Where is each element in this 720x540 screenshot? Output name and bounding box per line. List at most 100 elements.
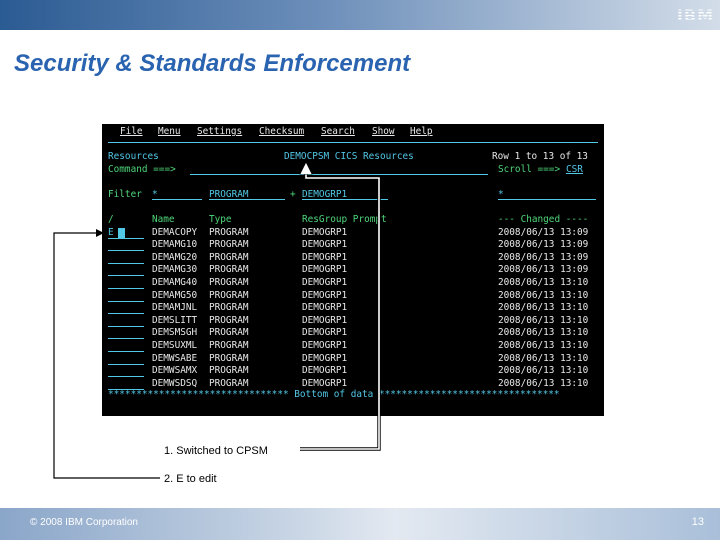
row-command-underline (108, 300, 144, 302)
row-command-underline (108, 351, 144, 352)
row-changed: 2008/06/13 13:09 (498, 264, 589, 276)
row-changed: 2008/06/13 13:10 (498, 277, 589, 288)
row-type: PROGRAM (209, 327, 249, 339)
col-changed: --- Changed ---- (498, 214, 589, 225)
row-command-underline (108, 363, 144, 365)
row-changed: 2008/06/13 13:10 (498, 302, 589, 314)
top-banner: IBM (0, 0, 720, 30)
row-changed: 2008/06/13 13:10 (498, 340, 589, 351)
scroll-field[interactable]: CSR (566, 164, 583, 177)
row-command-underline (108, 237, 144, 239)
callout-step-2: 2. E to edit (164, 473, 217, 485)
scroll-label: Scroll ===> (498, 163, 561, 175)
row-type: PROGRAM (209, 289, 249, 301)
row-resgroup: DEMOGRP1 (302, 352, 348, 364)
col-resgroup: ResGroup Prompt (302, 214, 387, 225)
row-name: DEMAMG10 (152, 239, 198, 251)
row-changed: 2008/06/13 13:10 (498, 352, 589, 364)
row-command-underline (108, 288, 144, 289)
col-slash: / (108, 214, 114, 225)
row-type: PROGRAM (209, 226, 249, 238)
filter-line: Filter * PROGRAM + DEMOGRP1 * (102, 189, 504, 202)
filter-changed-underline (498, 199, 596, 200)
row-resgroup: DEMOGRP1 (302, 340, 348, 351)
bottom-of-data: ******************************** Bottom … (108, 389, 560, 402)
row-changed: 2008/06/13 13:10 (498, 314, 589, 326)
menu-file[interactable]: File (120, 126, 143, 139)
panel-name: Resources (108, 151, 159, 162)
slide-title: Security & Standards Enforcement (14, 50, 411, 77)
row-resgroup: DEMOGRP1 (302, 251, 348, 263)
menu-show[interactable]: Show (372, 126, 395, 139)
terminal-menu-bar: File Menu Settings Checksum Search Show … (102, 126, 433, 139)
row-type: PROGRAM (209, 365, 249, 377)
row-changed: 2008/06/13 13:09 (498, 239, 589, 251)
row-command-underline (108, 250, 144, 252)
filter-label: Filter (108, 188, 142, 200)
row-name: DEMAMG20 (152, 251, 198, 263)
row-command-underline (108, 262, 144, 264)
filter-name-underline (152, 199, 202, 200)
row-type: PROGRAM (209, 302, 249, 314)
row-type: PROGRAM (209, 314, 249, 326)
bottom-of-data-text: ******************************** Bottom … (108, 389, 560, 400)
row-name: DEMAMG50 (152, 289, 198, 301)
row-changed: 2008/06/13 13:10 (498, 327, 589, 339)
row-changed: 2008/06/13 13:10 (498, 289, 589, 301)
row-command-underline (108, 376, 144, 378)
row-command-underline (108, 338, 144, 340)
row-type: PROGRAM (209, 239, 249, 251)
panel-header: Resources DEMOCPSM CICS Resources Row 1 … (102, 151, 588, 164)
menu-search[interactable]: Search (321, 126, 355, 139)
panel-title: DEMOCPSM CICS Resources (284, 151, 414, 162)
command-line: Command ===> Scroll ===> CSR (102, 164, 583, 177)
row-command-underline (108, 275, 144, 277)
filter-type-underline (209, 199, 285, 200)
command-label: Command ===> (108, 163, 176, 175)
col-name: Name (152, 214, 175, 225)
menu-settings[interactable]: Settings (197, 126, 242, 139)
row-resgroup: DEMOGRP1 (302, 314, 348, 326)
row-name: DEMSUXML (152, 340, 198, 351)
page-number: 13 (691, 516, 704, 528)
column-headers: / Name Type ResGroup Prompt --- Changed … (102, 214, 588, 227)
menu-help[interactable]: Help (410, 126, 433, 139)
row-type: PROGRAM (209, 277, 249, 288)
row-changed: 2008/06/13 13:09 (498, 251, 589, 263)
row-info: Row 1 to 13 of 13 (492, 151, 588, 162)
menu-separator (108, 142, 598, 143)
menu-menu[interactable]: Menu (158, 126, 181, 139)
command-input[interactable] (190, 174, 488, 175)
menu-checksum[interactable]: Checksum (259, 126, 304, 139)
row-name: DEMWSAMX (152, 365, 198, 377)
row-resgroup: DEMOGRP1 (302, 226, 348, 238)
row-name: DEMWSABE (152, 352, 198, 364)
row-type: PROGRAM (209, 340, 249, 351)
row-resgroup: DEMOGRP1 (302, 365, 348, 377)
filter-plus: + (290, 188, 296, 200)
row-resgroup: DEMOGRP1 (302, 239, 348, 251)
row-type: PROGRAM (209, 352, 249, 364)
row-changed: 2008/06/13 13:09 (498, 226, 589, 238)
row-resgroup: DEMOGRP1 (302, 289, 348, 301)
footer-copyright: © 2008 IBM Corporation (30, 517, 138, 528)
ibm-logo: IBM (676, 6, 714, 25)
row-name: DEMSMSGH (152, 327, 198, 339)
row-resgroup: DEMOGRP1 (302, 302, 348, 314)
row-name: DEMAMG30 (152, 264, 198, 276)
row-name: DEMAMJNL (152, 302, 198, 314)
row-command-underline (108, 325, 144, 327)
row-resgroup: DEMOGRP1 (302, 264, 348, 276)
row-command-underline (108, 313, 144, 315)
row-resgroup: DEMOGRP1 (302, 327, 348, 339)
row-name: DEMACOPY (152, 226, 198, 238)
row-type: PROGRAM (209, 264, 249, 276)
row-name: DEMAMG40 (152, 277, 198, 288)
row-name: DEMSLITT (152, 314, 198, 326)
ispf-terminal-screen: File Menu Settings Checksum Search Show … (102, 124, 604, 416)
row-changed: 2008/06/13 13:10 (498, 365, 589, 377)
col-type: Type (209, 214, 232, 225)
callout-step-1: 1. Switched to CPSM (164, 445, 268, 457)
filter-resgroup-underline (302, 199, 388, 200)
row-type: PROGRAM (209, 251, 249, 263)
